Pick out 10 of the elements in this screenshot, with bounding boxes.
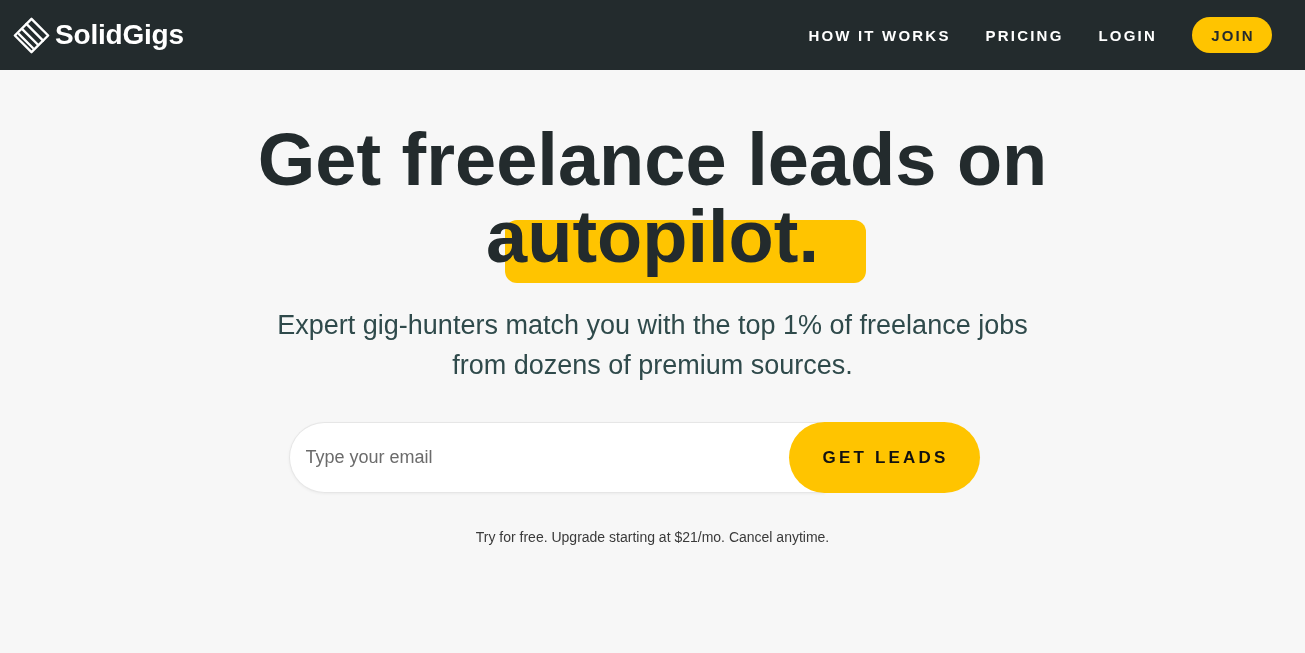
hero-heading: Get freelance leads on — [257, 121, 1048, 198]
pricing-note: Try for free. Upgrade starting at $21/mo. Cancel anytime. — [475, 528, 830, 547]
join-button[interactable]: JOIN — [1192, 17, 1272, 53]
nav-link[interactable]: LOGIN — [1098, 26, 1157, 44]
get-leads-button[interactable]: GET LEADS — [788, 422, 980, 493]
logo-text: SolidGigs — [55, 19, 184, 51]
nav-link[interactable]: HOW IT WORKS — [808, 26, 951, 44]
logo-icon — [13, 16, 50, 54]
hero-subtitle: Expert gig-hunters match you with the top 1% of freelance jobs from dozens of premium sources. — [276, 309, 1029, 382]
nav-link[interactable]: PRICING — [985, 26, 1064, 44]
